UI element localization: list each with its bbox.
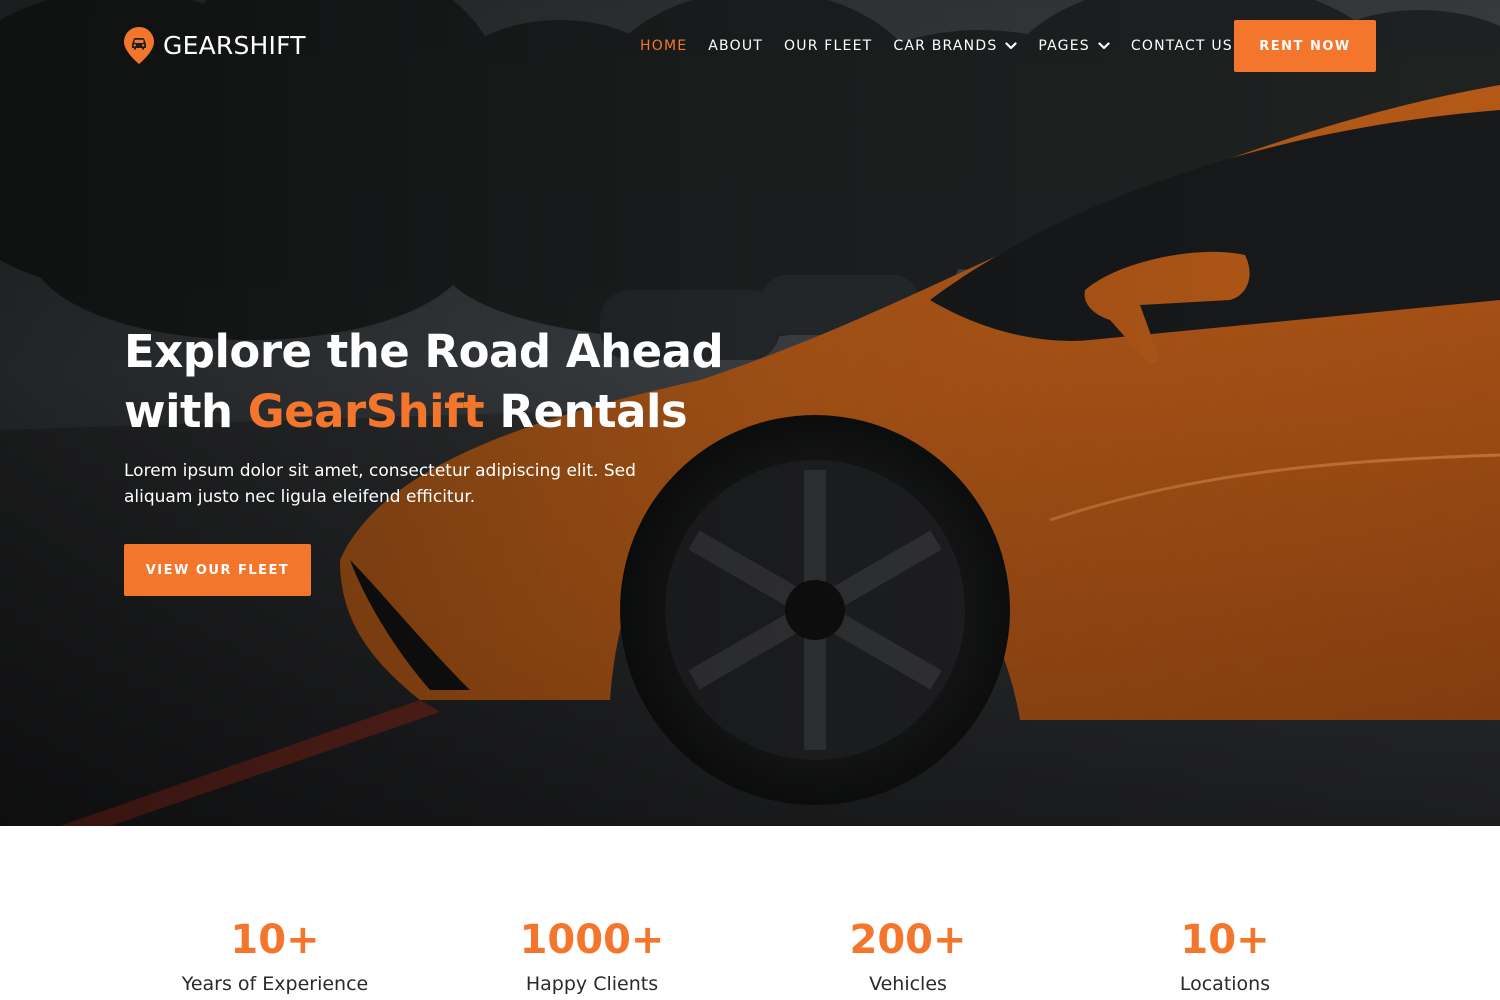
stat-value: 1000+ [519, 917, 665, 963]
stat-years-of-experience: 10+ Years of Experience [125, 918, 425, 996]
nav-item-label: OUR FLEET [784, 38, 873, 54]
nav-item-label: HOME [640, 38, 688, 54]
nav-item-label: CAR BRANDS [893, 38, 998, 54]
stat-vehicles: 200+ Vehicles [758, 918, 1058, 996]
stat-value: 200+ [849, 917, 967, 963]
nav-item-label: CONTACT US [1130, 38, 1233, 54]
hero-title-accent: GearShift [247, 385, 485, 438]
chevron-down-icon [1098, 42, 1110, 50]
hero-title-end: Rentals [499, 385, 688, 438]
hero-title-line1: Explore the Road Ahead [124, 325, 724, 378]
car-pin-icon [124, 27, 154, 64]
hero-title-with: with [124, 385, 233, 438]
brand-logo[interactable]: GEARSHIFT [124, 27, 306, 64]
brand-name: GEARSHIFT [163, 31, 306, 60]
nav-item-home[interactable]: HOME [640, 38, 687, 54]
main-nav: HOME ABOUT OUR FLEET CAR BRANDS PAGES CO… [640, 38, 1254, 54]
nav-item-car-brands[interactable]: CAR BRANDS [893, 38, 1018, 54]
nav-item-contact-us[interactable]: CONTACT US [1131, 38, 1233, 54]
stat-label: Years of Experience [181, 973, 369, 995]
stat-label: Vehicles [869, 973, 947, 995]
nav-item-label: ABOUT [708, 38, 764, 54]
stat-value: 10+ [230, 917, 320, 963]
rent-now-button[interactable]: RENT NOW [1234, 20, 1376, 72]
stats-section: 10+ Years of Experience 1000+ Happy Clie… [0, 826, 1500, 1000]
stat-value: 10+ [1180, 917, 1270, 963]
hero-description: Lorem ipsum dolor sit amet, consectetur … [124, 461, 636, 507]
stat-label: Locations [1179, 973, 1271, 995]
nav-item-pages[interactable]: PAGES [1038, 38, 1110, 54]
nav-item-our-fleet[interactable]: OUR FLEET [784, 38, 872, 54]
site-header: GEARSHIFT HOME ABOUT OUR FLEET CAR BRAND… [0, 0, 1500, 92]
hero-title: Explore the Road Ahead with GearShift Re… [124, 322, 744, 442]
stat-locations: 10+ Locations [1075, 918, 1375, 996]
hero-section: GEARSHIFT HOME ABOUT OUR FLEET CAR BRAND… [0, 0, 1500, 826]
stat-label: Happy Clients [525, 973, 659, 995]
view-our-fleet-button[interactable]: VIEW OUR FLEET [124, 544, 311, 596]
chevron-down-icon [1005, 42, 1018, 50]
nav-item-about[interactable]: ABOUT [708, 38, 763, 54]
stat-happy-clients: 1000+ Happy Clients [442, 918, 742, 996]
nav-item-label: PAGES [1038, 38, 1090, 54]
